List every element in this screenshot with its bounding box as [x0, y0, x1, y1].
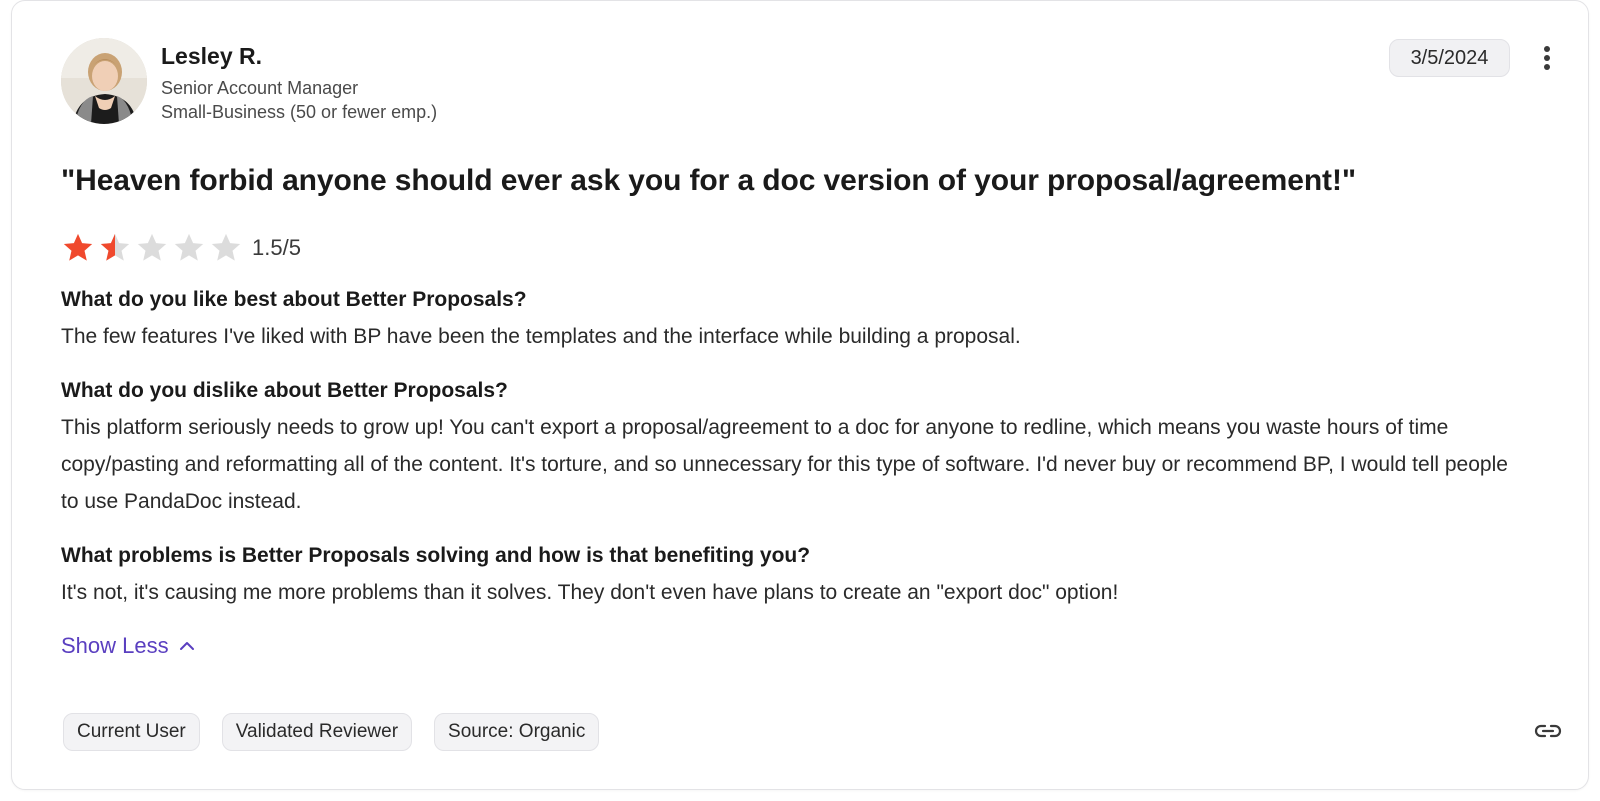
tag-current-user: Current User [63, 713, 200, 751]
question-label: What do you dislike about Better Proposa… [61, 379, 508, 402]
answer-text: It's not, it's causing me more problems … [61, 581, 1119, 604]
star-half-icon [100, 233, 130, 261]
answer-text: The few features I've liked with BP have… [61, 325, 1021, 348]
review-title: "Heaven forbid anyone should ever ask yo… [61, 164, 1356, 197]
question-label: What problems is Better Proposals solvin… [61, 544, 811, 567]
tag-validated-reviewer: Validated Reviewer [221, 713, 413, 751]
star-empty-icon [174, 233, 204, 261]
star-full-icon [63, 233, 93, 261]
link-icon [1534, 724, 1562, 738]
reviewer-company-size: Small-Business (50 or fewer emp.) [161, 102, 438, 122]
qa-like-best: What do you like best about Better Propo… [61, 286, 1531, 355]
avatar [61, 38, 147, 124]
more-options-button[interactable] [1532, 39, 1562, 77]
question-label: What do you like best about Better Propo… [61, 288, 527, 311]
qa-dislike: What do you dislike about Better Proposa… [61, 377, 1531, 520]
show-less-button[interactable]: Show Less [61, 633, 195, 659]
review-card: Lesley R. Senior Account Manager Small-B… [11, 0, 1589, 790]
tag-source-organic: Source: Organic [434, 713, 600, 751]
reviewer-name: Lesley R. [161, 43, 262, 69]
review-date-badge: 3/5/2024 [1389, 39, 1510, 77]
copy-link-button[interactable] [1533, 716, 1563, 746]
show-less-label: Show Less [61, 633, 169, 658]
more-vertical-icon [1544, 46, 1550, 70]
reviewer-title: Senior Account Manager [161, 78, 359, 98]
qa-problems-solving: What problems is Better Proposals solvin… [61, 542, 1531, 611]
chevron-up-icon [179, 642, 194, 650]
star-empty-icon [137, 233, 167, 261]
star-rating: 1.5/5 [61, 231, 301, 265]
answer-text: This platform seriously needs to grow up… [61, 416, 1508, 513]
tag-list: Current User Validated Reviewer Source: … [63, 713, 621, 751]
star-empty-icon [211, 233, 241, 261]
avatar-photo-icon [61, 38, 147, 124]
rating-value: 1.5/5 [252, 235, 301, 260]
